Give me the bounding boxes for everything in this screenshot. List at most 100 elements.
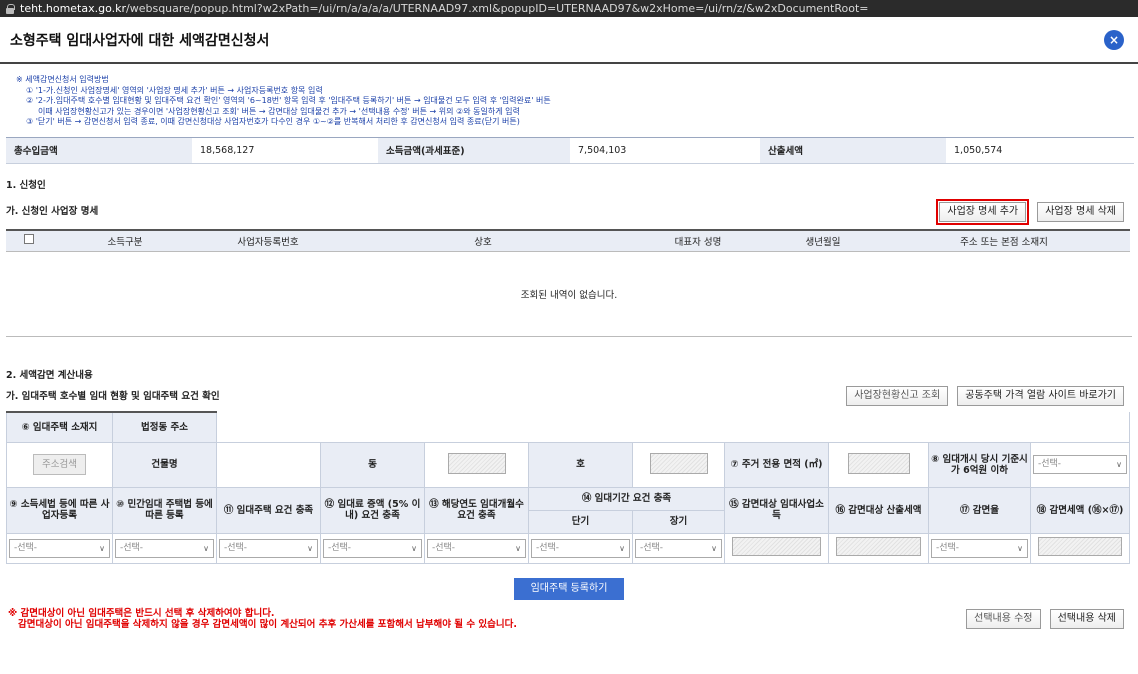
close-icon: × <box>1108 32 1120 47</box>
guide-line-3: 이때 사업장현황신고가 있는 경우이면 '사업장현황신고 조회' 버튼 → 감면… <box>38 106 520 116</box>
price-select-value: -선택- <box>1038 459 1062 469</box>
page-title: 소형주택 임대사업자에 대한 세액감면신청서 <box>10 32 270 49</box>
chevron-down-icon: ∨ <box>1116 460 1122 469</box>
input-guide: ※ 세액감면신청서 입력방법 ① '1-가.신청인 사업장명세' 영역의 '사업… <box>0 64 1138 128</box>
chevron-down-icon: ∨ <box>99 543 105 553</box>
h-9: ⑨ 소득세법 등에 따른 사업자등록 <box>6 486 113 534</box>
guide-title: ※ 세액감면신청서 입력방법 <box>16 75 109 84</box>
h-area: ⑦ 주거 전용 면적 (㎡) <box>724 441 829 488</box>
select-17[interactable]: -선택- ∨ <box>931 538 1028 558</box>
select-9-value: -선택- <box>14 542 38 553</box>
chevron-down-icon: ∨ <box>515 543 521 553</box>
h-building: 건물명 <box>112 441 217 488</box>
col-birth: 생년월일 <box>768 228 878 252</box>
h-18: ⑱ 감면세액 (⑯×⑰) <box>1030 486 1130 534</box>
summary-table: 총수입금액 18,568,127 소득금액(과세표준) 7,504,103 산출… <box>6 136 1134 164</box>
income-value: 7,504,103 <box>570 136 760 164</box>
dong-input[interactable] <box>447 452 506 474</box>
col-ceo: 대표자 성명 <box>628 228 768 252</box>
rental-calc-table: ⑥ 임대주택 소재지 법정동 주소 주소검색 건물명 동 호 ⑦ 주거 전용 면… <box>6 411 1130 564</box>
select-11[interactable]: -선택- ∨ <box>219 538 318 558</box>
select-14-long-value: -선택- <box>640 542 664 553</box>
section1-subtitle: 가. 신청인 사업장 명세 <box>6 206 99 217</box>
h-short: 단기 <box>528 509 633 534</box>
h-12: ⑫ 임대료 증액 (5% 이내) 요건 충족 <box>320 486 425 534</box>
select-17-value: -선택- <box>936 542 960 553</box>
h-price: ⑧ 임대개시 당시 기준시가 6억원 이하 <box>928 441 1031 488</box>
select-14-short[interactable]: -선택- ∨ <box>531 538 630 558</box>
tax-label: 산출세액 <box>760 136 946 164</box>
section2-title: 2. 세액감면 계산내용 <box>6 370 93 381</box>
lock-icon <box>6 4 15 14</box>
total-income-value: 18,568,127 <box>192 136 378 164</box>
h-11: ⑪ 임대주택 요건 충족 <box>216 486 321 534</box>
col-company: 상호 <box>338 228 628 252</box>
ho-input[interactable] <box>649 452 708 474</box>
price-select[interactable]: -선택- ∨ <box>1033 455 1127 474</box>
col-biz-no: 사업자등록번호 <box>198 228 338 252</box>
register-rental-button[interactable]: 임대주택 등록하기 <box>514 577 624 600</box>
empty-message: 조회된 내역이 없습니다. <box>6 252 1132 337</box>
h-dong: 동 <box>320 441 425 488</box>
h-17: ⑰ 감면율 <box>928 486 1031 534</box>
h-14: ⑭ 임대기간 요건 충족 <box>528 486 725 511</box>
select-14-short-value: -선택- <box>536 542 560 553</box>
guide-line-2: ② '2-가.임대주택 호수별 임대현황 및 임대주택 요건 확인' 영역의 '… <box>26 96 551 105</box>
select-10[interactable]: -선택- ∨ <box>115 538 214 558</box>
select-10-value: -선택- <box>120 542 144 553</box>
input-15[interactable] <box>731 537 822 556</box>
col-address: 주소 또는 본점 소재지 <box>878 228 1130 252</box>
area-input[interactable] <box>847 452 910 474</box>
select-all-cell <box>6 228 52 252</box>
chevron-down-icon: ∨ <box>619 543 625 553</box>
h-10: ⑩ 민간임대 주택법 등에 따른 등록 <box>112 486 217 534</box>
warning-line-1: ※ 감면대상이 아닌 임대주택은 반드시 선택 후 삭제하여야 합니다. <box>8 607 275 619</box>
business-table: 소득구분 사업자등록번호 상호 대표자 성명 생년월일 주소 또는 본점 소재지 <box>6 228 1130 252</box>
select-13-value: -선택- <box>432 542 456 553</box>
guide-line-1: ① '1-가.신청인 사업장명세' 영역의 '사업장 명세 추가' 버튼 → 사… <box>26 85 323 95</box>
h-long: 장기 <box>632 509 725 534</box>
select-13[interactable]: -선택- ∨ <box>427 538 526 558</box>
select-11-value: -선택- <box>224 542 248 553</box>
housing-price-site-button[interactable]: 공동주택 가격 열람 사이트 바로가기 <box>957 386 1124 406</box>
h-16: ⑯ 감면대상 산출세액 <box>828 486 929 534</box>
chevron-down-icon: ∨ <box>711 543 717 553</box>
select-all-checkbox[interactable] <box>24 234 34 245</box>
close-button[interactable]: × <box>1104 29 1124 50</box>
url-path: /websquare/popup.html?w2xPath=/ui/rn/a/a… <box>126 2 869 15</box>
warning-line-2: 감면대상이 아닌 임대주택을 삭제하지 않을 경우 감면세액이 많이 계산되어 … <box>18 618 517 630</box>
edit-selected-button[interactable]: 선택내용 수정 <box>966 609 1041 629</box>
guide-line-4: ③ '닫기' 버튼 → 감면신청서 입력 종료, 이때 감면신청대상 사업자번호… <box>26 117 520 126</box>
h-ho: 호 <box>528 441 633 488</box>
browser-url-bar[interactable]: teht.hometax.go.kr /websquare/popup.html… <box>0 0 1138 17</box>
delete-selected-button[interactable]: 선택내용 삭제 <box>1049 609 1124 629</box>
select-12[interactable]: -선택- ∨ <box>323 538 422 558</box>
window-title-bar: 소형주택 임대사업자에 대한 세액감면신청서 × <box>0 17 1138 64</box>
input-16[interactable] <box>835 537 922 556</box>
income-label: 소득금액(과세표준) <box>378 136 570 164</box>
h-13: ⑬ 해당연도 임대개월수 요건 충족 <box>424 486 529 534</box>
business-report-lookup-button[interactable]: 사업장현황신고 조회 <box>846 386 949 406</box>
chevron-down-icon: ∨ <box>203 543 209 553</box>
input-18[interactable] <box>1037 537 1123 556</box>
tax-value: 1,050,574 <box>946 136 1134 164</box>
select-12-value: -선택- <box>328 542 352 553</box>
chevron-down-icon: ∨ <box>307 543 313 553</box>
select-14-long[interactable]: -선택- ∨ <box>635 538 722 558</box>
delete-business-button[interactable]: 사업장 명세 삭제 <box>1037 201 1124 222</box>
col-income-type: 소득구분 <box>52 228 198 252</box>
add-business-button[interactable]: 사업장 명세 추가 <box>936 198 1030 225</box>
section1-title: 1. 신청인 <box>6 179 46 191</box>
address-search-button[interactable]: 주소검색 <box>33 454 86 475</box>
chevron-down-icon: ∨ <box>1017 543 1023 553</box>
h-legal-addr: 법정동 주소 <box>112 411 217 443</box>
url-domain: teht.hometax.go.kr <box>20 2 127 15</box>
section2-subtitle: 가. 임대주택 호수별 임대 현황 및 임대주택 요건 확인 <box>6 390 220 402</box>
warning-text: ※ 감면대상이 아닌 임대주택은 반드시 선택 후 삭제하여야 합니다. 감면대… <box>8 608 517 630</box>
h-location: ⑥ 임대주택 소재지 <box>6 411 113 443</box>
h-15: ⑮ 감면대상 임대사업소득 <box>724 486 829 534</box>
select-9[interactable]: -선택- ∨ <box>9 538 110 558</box>
business-table-header: 소득구분 사업자등록번호 상호 대표자 성명 생년월일 주소 또는 본점 소재지 <box>6 228 1130 252</box>
total-income-label: 총수입금액 <box>6 136 192 164</box>
chevron-down-icon: ∨ <box>411 543 417 553</box>
